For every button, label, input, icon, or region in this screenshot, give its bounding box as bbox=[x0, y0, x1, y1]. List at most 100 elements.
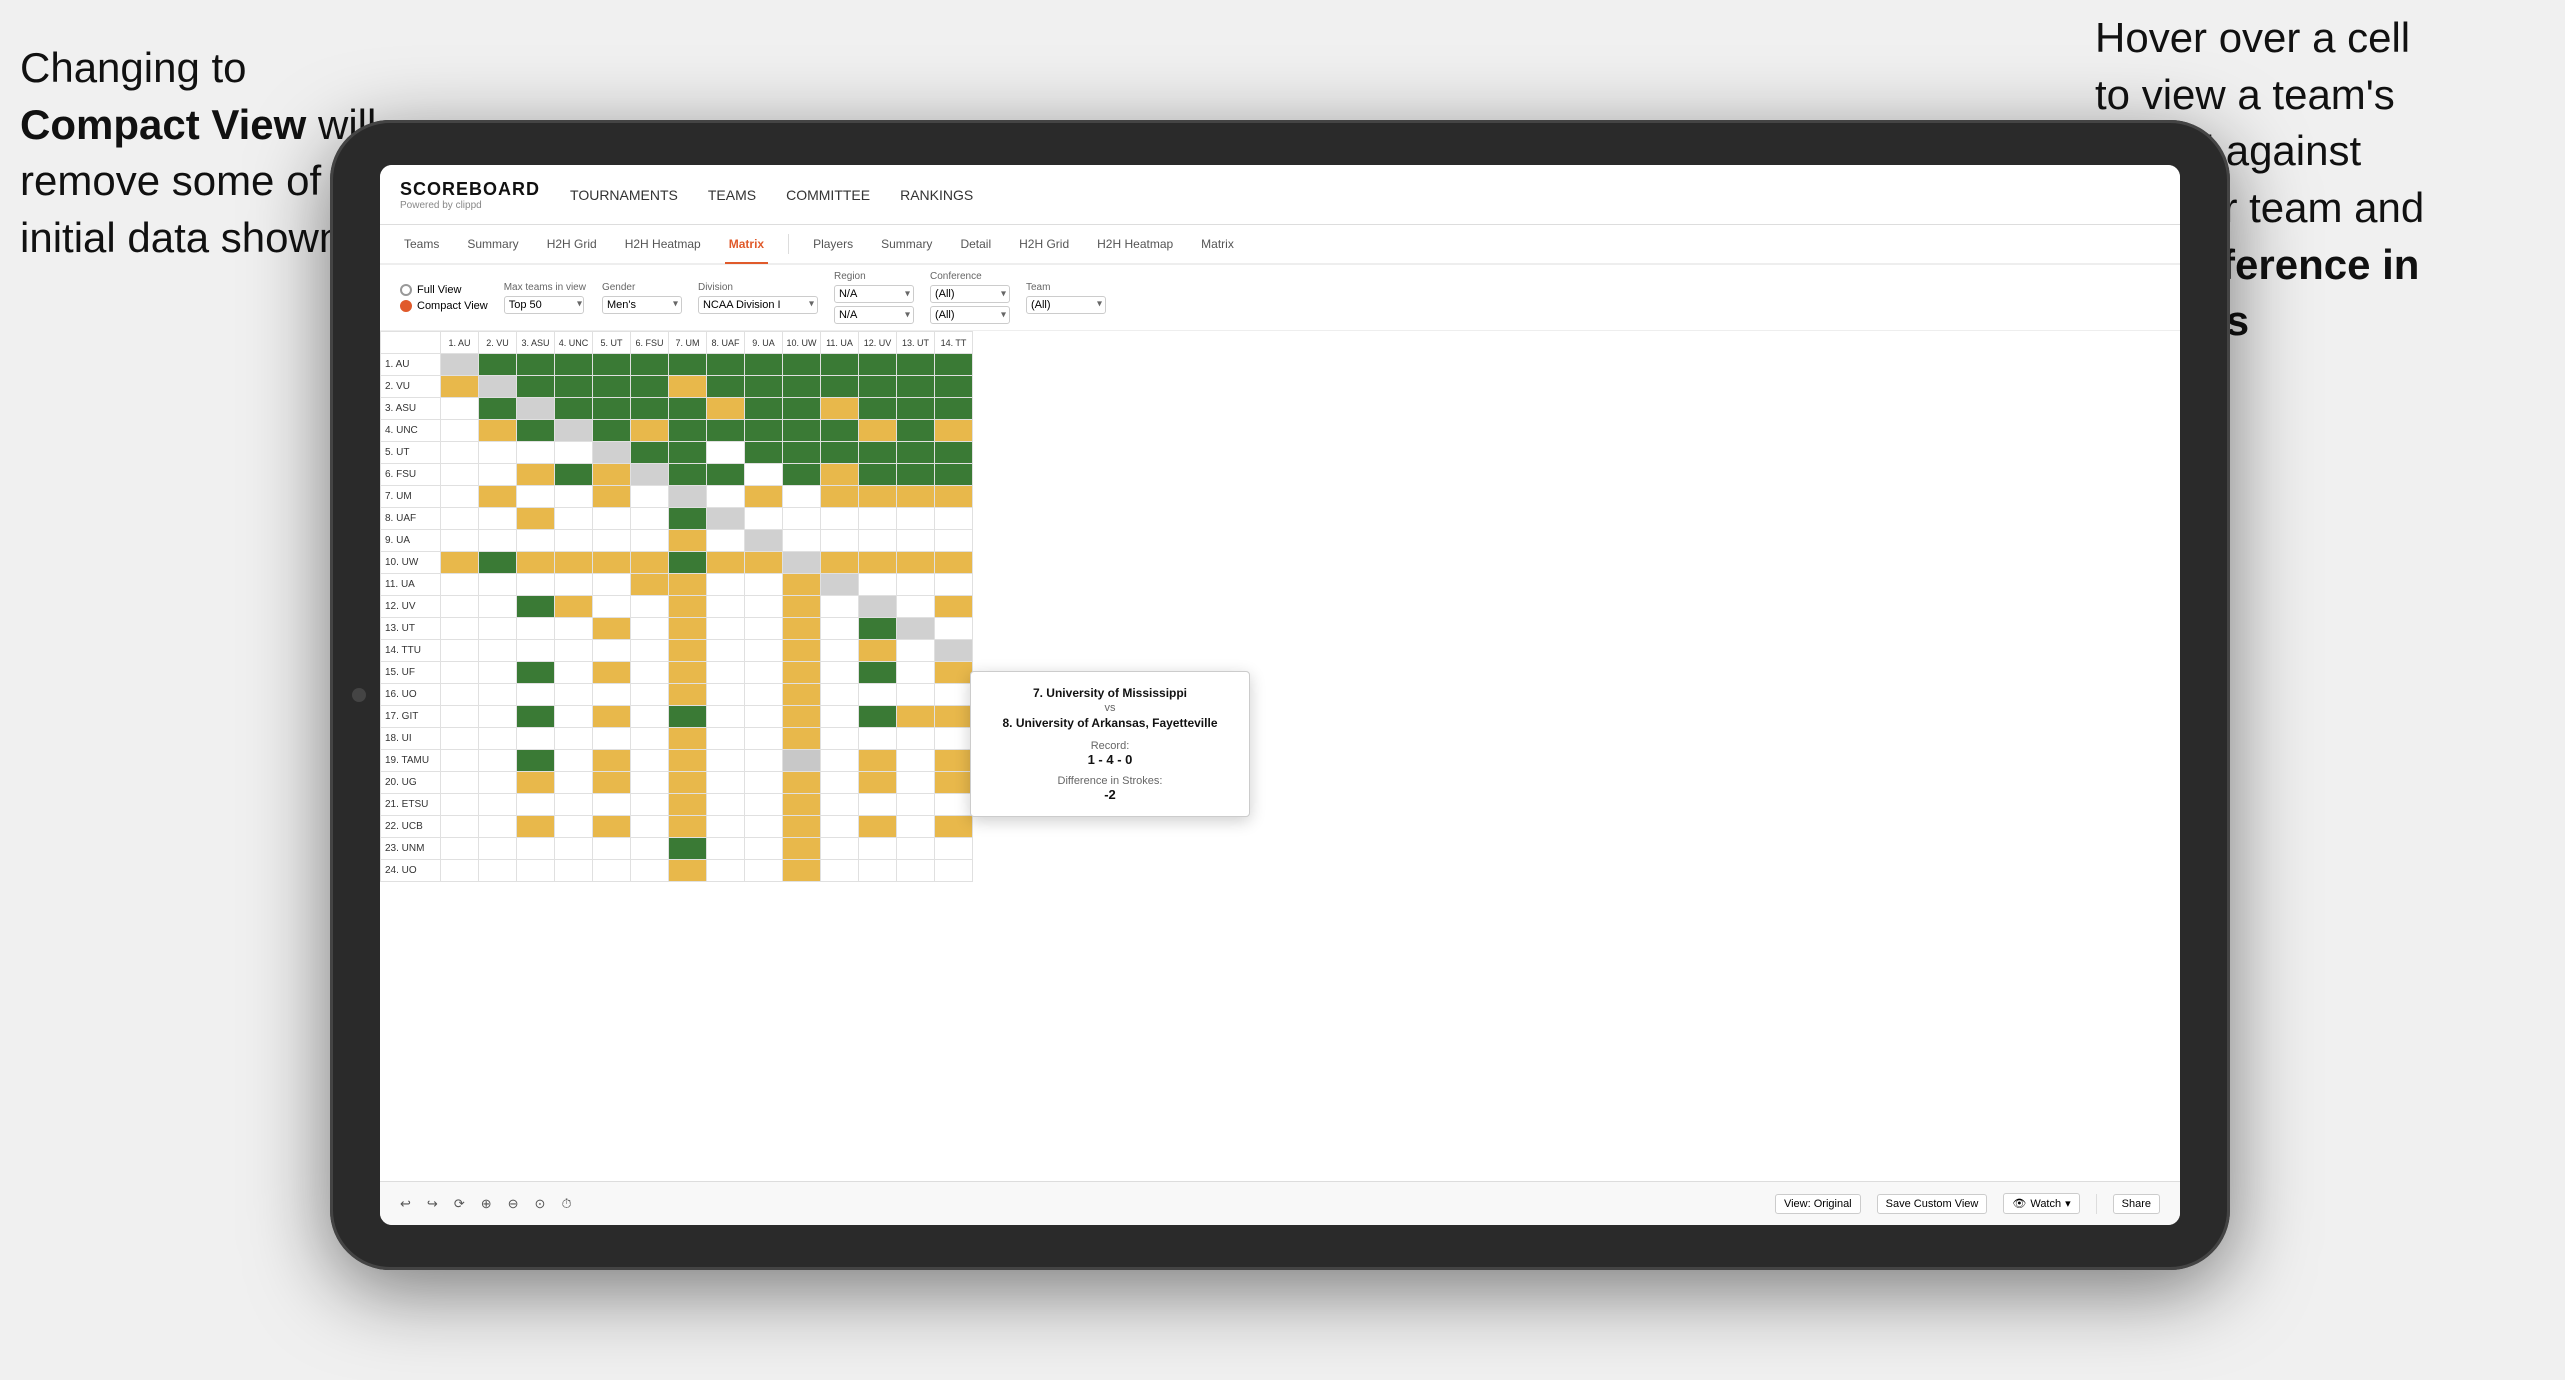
matrix-cell[interactable] bbox=[745, 574, 783, 596]
matrix-cell[interactable] bbox=[897, 706, 935, 728]
matrix-cell[interactable] bbox=[859, 772, 897, 794]
matrix-cell[interactable] bbox=[897, 816, 935, 838]
matrix-cell[interactable] bbox=[821, 376, 859, 398]
matrix-cell[interactable] bbox=[783, 442, 821, 464]
matrix-cell[interactable] bbox=[593, 508, 631, 530]
matrix-cell[interactable] bbox=[821, 508, 859, 530]
matrix-cell[interactable] bbox=[479, 442, 517, 464]
nav-rankings[interactable]: RANKINGS bbox=[900, 183, 973, 207]
matrix-cell[interactable] bbox=[821, 772, 859, 794]
matrix-cell[interactable] bbox=[555, 464, 593, 486]
matrix-cell[interactable] bbox=[935, 816, 973, 838]
matrix-cell[interactable] bbox=[935, 398, 973, 420]
matrix-cell[interactable] bbox=[555, 486, 593, 508]
sub-nav-summary-left[interactable]: Summary bbox=[463, 226, 522, 264]
matrix-cell[interactable] bbox=[783, 794, 821, 816]
matrix-cell[interactable] bbox=[859, 530, 897, 552]
matrix-cell[interactable] bbox=[897, 794, 935, 816]
matrix-cell[interactable] bbox=[783, 816, 821, 838]
matrix-cell[interactable] bbox=[783, 574, 821, 596]
matrix-cell[interactable] bbox=[897, 376, 935, 398]
matrix-cell[interactable] bbox=[593, 728, 631, 750]
matrix-cell[interactable] bbox=[783, 464, 821, 486]
matrix-cell[interactable] bbox=[441, 750, 479, 772]
matrix-cell[interactable] bbox=[593, 684, 631, 706]
matrix-cell[interactable] bbox=[517, 442, 555, 464]
matrix-cell[interactable] bbox=[517, 794, 555, 816]
matrix-cell[interactable] bbox=[783, 640, 821, 662]
matrix-cell[interactable] bbox=[821, 662, 859, 684]
matrix-cell[interactable] bbox=[517, 464, 555, 486]
matrix-cell[interactable] bbox=[745, 552, 783, 574]
matrix-cell[interactable] bbox=[441, 596, 479, 618]
matrix-cell[interactable] bbox=[441, 552, 479, 574]
matrix-cell[interactable] bbox=[821, 398, 859, 420]
matrix-cell[interactable] bbox=[441, 838, 479, 860]
redo-icon[interactable]: ↪ bbox=[427, 1196, 438, 1212]
matrix-cell[interactable] bbox=[593, 596, 631, 618]
matrix-cell[interactable] bbox=[631, 398, 669, 420]
matrix-cell[interactable] bbox=[707, 552, 745, 574]
refresh-icon[interactable]: ⟳ bbox=[454, 1196, 465, 1212]
sub-nav-matrix-right[interactable]: Matrix bbox=[1197, 226, 1238, 264]
matrix-cell[interactable] bbox=[935, 420, 973, 442]
matrix-cell[interactable] bbox=[517, 684, 555, 706]
matrix-cell[interactable] bbox=[783, 618, 821, 640]
matrix-cell[interactable] bbox=[783, 728, 821, 750]
matrix-cell[interactable] bbox=[859, 640, 897, 662]
matrix-cell[interactable] bbox=[631, 618, 669, 640]
matrix-cell[interactable] bbox=[479, 552, 517, 574]
matrix-cell[interactable] bbox=[631, 816, 669, 838]
matrix-cell[interactable] bbox=[517, 860, 555, 882]
matrix-cell[interactable] bbox=[479, 860, 517, 882]
matrix-cell[interactable] bbox=[859, 442, 897, 464]
matrix-cell[interactable] bbox=[593, 354, 631, 376]
matrix-cell[interactable] bbox=[821, 442, 859, 464]
matrix-cell[interactable] bbox=[479, 728, 517, 750]
matrix-cell[interactable] bbox=[555, 794, 593, 816]
matrix-cell[interactable] bbox=[669, 376, 707, 398]
sub-nav-matrix-left[interactable]: Matrix bbox=[725, 226, 768, 264]
matrix-cell[interactable] bbox=[631, 486, 669, 508]
matrix-cell[interactable] bbox=[631, 596, 669, 618]
matrix-cell[interactable] bbox=[745, 728, 783, 750]
matrix-cell[interactable] bbox=[555, 838, 593, 860]
matrix-cell[interactable] bbox=[631, 728, 669, 750]
matrix-cell[interactable] bbox=[441, 398, 479, 420]
matrix-cell[interactable] bbox=[593, 706, 631, 728]
matrix-cell[interactable] bbox=[897, 772, 935, 794]
matrix-cell[interactable] bbox=[859, 838, 897, 860]
matrix-cell[interactable] bbox=[555, 398, 593, 420]
matrix-cell[interactable] bbox=[897, 552, 935, 574]
matrix-cell[interactable] bbox=[859, 508, 897, 530]
matrix-cell[interactable] bbox=[707, 618, 745, 640]
matrix-cell[interactable] bbox=[897, 860, 935, 882]
matrix-cell[interactable] bbox=[707, 596, 745, 618]
matrix-cell[interactable] bbox=[859, 618, 897, 640]
matrix-cell[interactable] bbox=[441, 464, 479, 486]
matrix-cell[interactable] bbox=[441, 574, 479, 596]
matrix-cell[interactable] bbox=[821, 618, 859, 640]
matrix-cell[interactable] bbox=[821, 420, 859, 442]
matrix-cell[interactable] bbox=[593, 838, 631, 860]
matrix-cell[interactable] bbox=[479, 618, 517, 640]
matrix-container[interactable]: 1. AU 2. VU 3. ASU 4. UNC 5. UT 6. FSU 7… bbox=[380, 331, 2180, 1181]
matrix-cell[interactable] bbox=[897, 728, 935, 750]
matrix-cell[interactable] bbox=[517, 398, 555, 420]
matrix-cell[interactable] bbox=[745, 706, 783, 728]
matrix-cell[interactable] bbox=[479, 398, 517, 420]
matrix-cell[interactable] bbox=[897, 442, 935, 464]
reset-zoom-icon[interactable]: ⊙ bbox=[535, 1196, 546, 1212]
save-custom-button[interactable]: Save Custom View bbox=[1877, 1194, 1988, 1214]
matrix-cell[interactable] bbox=[669, 442, 707, 464]
matrix-cell[interactable] bbox=[631, 772, 669, 794]
matrix-cell[interactable] bbox=[859, 552, 897, 574]
matrix-cell[interactable] bbox=[441, 376, 479, 398]
division-select[interactable]: NCAA Division I bbox=[698, 296, 818, 314]
matrix-cell[interactable] bbox=[859, 706, 897, 728]
matrix-cell[interactable] bbox=[631, 574, 669, 596]
matrix-cell[interactable] bbox=[669, 772, 707, 794]
matrix-cell[interactable] bbox=[479, 354, 517, 376]
matrix-cell[interactable] bbox=[821, 750, 859, 772]
matrix-cell[interactable] bbox=[669, 662, 707, 684]
